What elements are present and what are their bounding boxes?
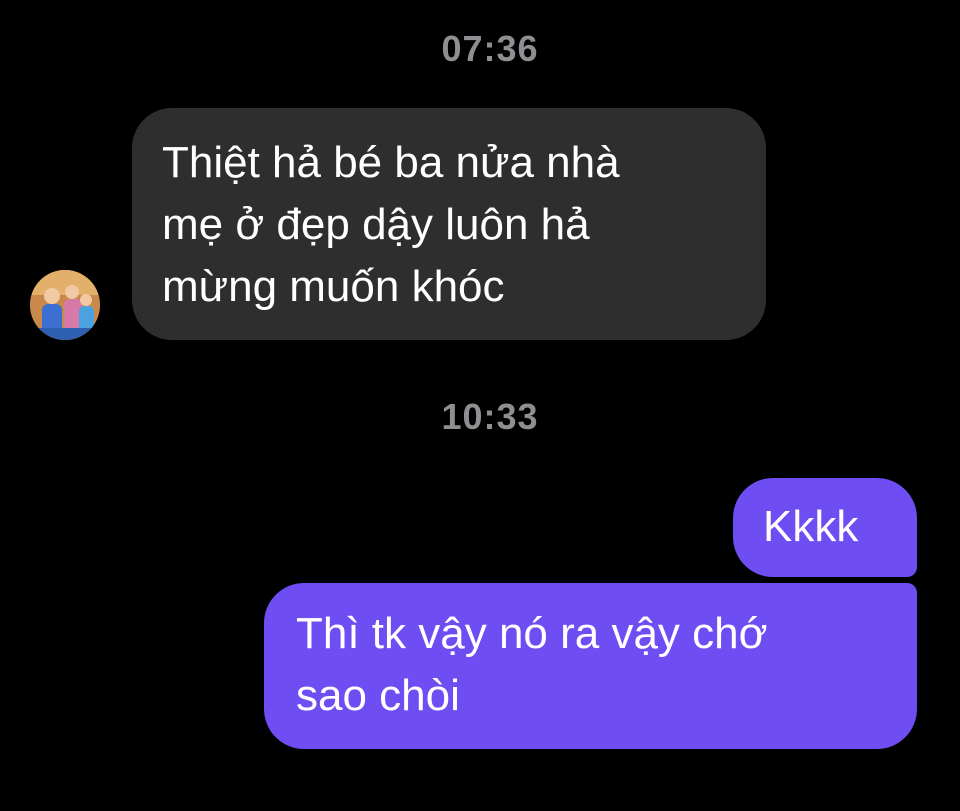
incoming-message-bubble[interactable]: Thiệt hả bé ba nửa nhà mẹ ở đẹp dậy luôn… — [132, 108, 766, 340]
message-text-line: Thì tk vậy nó ra vậy chớ — [296, 609, 768, 658]
outgoing-message-bubble[interactable]: Kkkk — [733, 478, 917, 577]
message-text: Kkkk — [763, 502, 859, 551]
message-text-line: Thiệt hả bé ba nửa nhà — [162, 138, 620, 187]
outgoing-message-bubble[interactable]: Thì tk vậy nó ra vậy chớ sao chòi — [264, 583, 917, 749]
timestamp: 10:33 — [441, 396, 539, 437]
message-text-line: mẹ ở đẹp dậy luôn hả — [162, 200, 590, 249]
contact-avatar[interactable] — [30, 270, 100, 340]
avatar-photo-icon — [30, 270, 100, 340]
message-text-line: sao chòi — [296, 671, 460, 720]
message-text-line: mừng muốn khóc — [162, 262, 505, 311]
timestamp: 07:36 — [441, 28, 539, 69]
